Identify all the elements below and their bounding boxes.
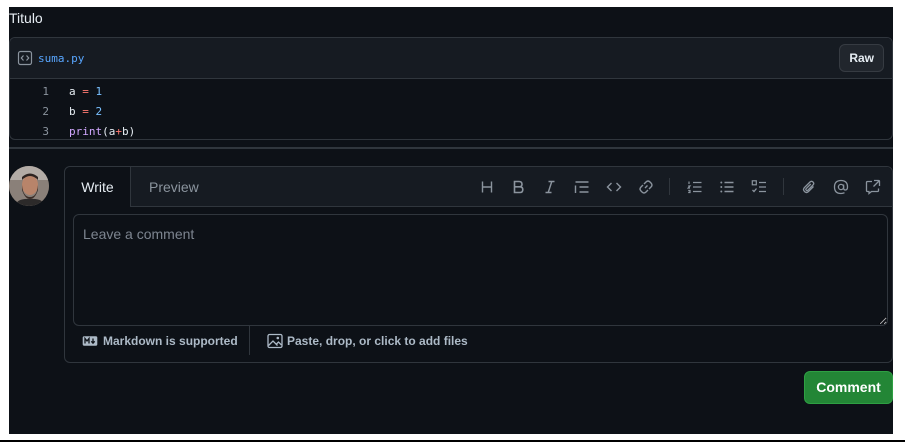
page-title: Titulo xyxy=(9,10,43,26)
code-line: 2b = 2 xyxy=(10,102,892,122)
attach-icon xyxy=(802,180,815,194)
link-button[interactable] xyxy=(636,177,656,197)
code-line: 1a = 1 xyxy=(10,82,892,102)
reference-icon xyxy=(865,179,881,195)
code-token: 1 xyxy=(95,85,103,98)
code-token: b) xyxy=(122,125,136,138)
comment-composer: Write Preview Leave a comment Markdown i… xyxy=(64,166,893,363)
comment-submit-button[interactable]: Comment xyxy=(804,371,893,404)
link-icon xyxy=(639,180,653,194)
quote-icon xyxy=(574,181,589,193)
code-token: = xyxy=(75,85,96,98)
composer-header: Write Preview xyxy=(65,167,892,207)
line-code: b = 2 xyxy=(69,102,102,122)
code-token: + xyxy=(115,125,122,138)
window-bottom-border xyxy=(0,440,905,442)
line-number: 2 xyxy=(42,105,49,118)
bold-icon xyxy=(513,180,524,194)
raw-button[interactable]: Raw xyxy=(839,44,884,72)
heading-button[interactable] xyxy=(477,177,497,197)
heading-icon xyxy=(481,181,493,193)
reference-button[interactable] xyxy=(863,177,883,197)
quote-button[interactable] xyxy=(572,177,592,197)
bold-button[interactable] xyxy=(508,177,528,197)
code-icon xyxy=(606,182,622,192)
numbered-list-button[interactable] xyxy=(685,177,705,197)
line-number: 1 xyxy=(42,85,49,98)
markdown-hint-text: Markdown is supported xyxy=(103,334,238,348)
tab-preview[interactable]: Preview xyxy=(149,167,199,206)
code-button[interactable] xyxy=(604,177,624,197)
section-divider xyxy=(9,147,893,149)
code-square-icon xyxy=(17,50,33,66)
line-number: 3 xyxy=(42,125,49,138)
italic-button[interactable] xyxy=(540,177,560,197)
footer-separator xyxy=(249,325,250,355)
gist-file-header: suma.py Raw xyxy=(10,38,892,79)
markdown-icon xyxy=(82,336,98,346)
toolbar-separator xyxy=(783,178,784,195)
tab-write[interactable]: Write xyxy=(65,167,131,207)
unordered-list-icon xyxy=(720,181,734,193)
task-list-icon xyxy=(751,180,766,193)
attach-files-text: Paste, drop, or click to add files xyxy=(287,334,468,348)
italic-icon xyxy=(545,180,555,194)
comment-textarea[interactable] xyxy=(73,214,888,326)
code-token: (a xyxy=(102,125,116,138)
gist-file: suma.py Raw 1a = 12b = 2 3 print(a+b) xyxy=(9,37,893,140)
line-code: a = 1 xyxy=(69,82,102,102)
code-token: 2 xyxy=(95,105,103,118)
avatar-image xyxy=(9,166,49,206)
mention-button[interactable] xyxy=(831,177,851,197)
task-list-button[interactable] xyxy=(749,177,769,197)
file-name-link[interactable]: suma.py xyxy=(38,52,84,65)
composer-footer: Markdown is supported Paste, drop, or cl… xyxy=(65,325,892,355)
code-token: b xyxy=(69,105,76,118)
attach-button[interactable] xyxy=(799,177,819,197)
code-token: print xyxy=(69,125,103,138)
line-code: print(a+b) xyxy=(69,122,136,139)
unordered-list-button[interactable] xyxy=(717,177,737,197)
numbered-list-icon xyxy=(686,181,702,194)
avatar[interactable] xyxy=(9,166,49,206)
code-view: 1a = 12b = 2 3 print(a+b) xyxy=(10,79,892,139)
gist-page: Titulo suma.py Raw 1a = 12b = 2 3 print(a+… xyxy=(9,7,893,434)
image-icon xyxy=(267,333,283,349)
mention-icon xyxy=(833,179,849,195)
code-token: = xyxy=(75,105,96,118)
code-token: a xyxy=(69,85,76,98)
code-line: 3 print(a+b) xyxy=(10,122,892,139)
toolbar-separator xyxy=(669,178,670,195)
